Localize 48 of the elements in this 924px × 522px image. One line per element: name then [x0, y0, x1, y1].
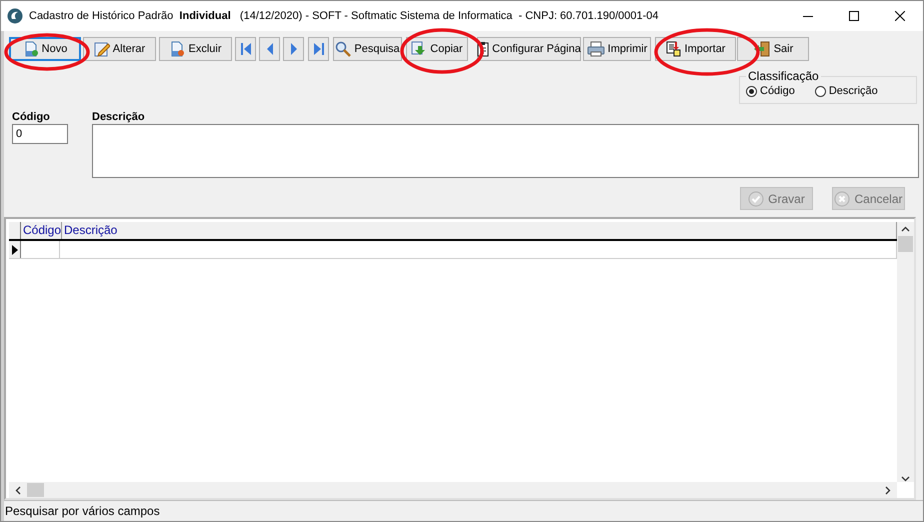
pencil-icon [94, 41, 110, 57]
delete-document-icon [169, 41, 186, 57]
navigation-button[interactable] [235, 37, 256, 61]
horizontal-scrollbar[interactable] [9, 482, 897, 498]
scroll-right-icon[interactable] [885, 486, 891, 494]
maximize-icon [849, 11, 859, 21]
navigation-button[interactable] [259, 37, 280, 61]
exit-door-icon [752, 41, 771, 57]
close-icon [895, 11, 905, 21]
column-header[interactable]: Código [21, 222, 62, 239]
toolbar-button[interactable]: Copiar [406, 37, 468, 61]
next-icon [288, 42, 298, 56]
vertical-scrollbar[interactable] [897, 222, 914, 482]
scroll-left-icon[interactable] [15, 486, 21, 494]
toolbar-button[interactable]: Imprimir [583, 37, 651, 61]
window-title: Cadastro de Histórico Padrão Individual (14/12/2020) - SOFT - Softmatic Sistema de Informatica - CNPJ: 60.701.190/0001-04 [29, 10, 659, 22]
field-label: Código [12, 111, 51, 123]
toolbar-button[interactable]: Alterar [83, 37, 156, 61]
toolbar-button[interactable]: Pesquisa [333, 37, 402, 61]
field-label: Descrição [92, 111, 146, 123]
previous-icon [264, 42, 274, 56]
radio-option[interactable]: Código [746, 85, 795, 97]
copy-icon [411, 41, 428, 57]
radio-option[interactable]: Descrição [814, 85, 878, 97]
toolbar-button[interactable]: Excluir [159, 37, 232, 61]
scroll-down-icon[interactable] [901, 476, 910, 482]
first-record-icon [240, 42, 252, 56]
toolbar-button[interactable]: Sair [737, 37, 809, 61]
group-title: Classificação [747, 69, 820, 83]
last-record-icon [312, 42, 324, 56]
app-logo-icon [7, 8, 23, 24]
check-icon [748, 190, 764, 206]
status-bar: Pesquisar por vários campos [4, 500, 923, 521]
scroll-thumb[interactable] [898, 236, 913, 252]
text-area[interactable] [92, 124, 919, 178]
navigation-button[interactable] [283, 37, 304, 61]
printer-icon [586, 41, 605, 57]
input-field[interactable]: 0 [12, 124, 68, 144]
import-icon [666, 41, 682, 57]
toolbar-button[interactable]: Novo [9, 37, 81, 61]
search-icon [335, 41, 352, 57]
toolbar-button[interactable]: Configurar Página [477, 37, 581, 61]
scroll-thumb[interactable] [27, 483, 44, 497]
toolbar-button[interactable]: Importar [655, 37, 736, 61]
navigation-button[interactable] [308, 37, 329, 61]
cancel-icon [834, 190, 850, 206]
scroll-up-icon[interactable] [901, 226, 910, 232]
new-document-icon [22, 41, 39, 57]
